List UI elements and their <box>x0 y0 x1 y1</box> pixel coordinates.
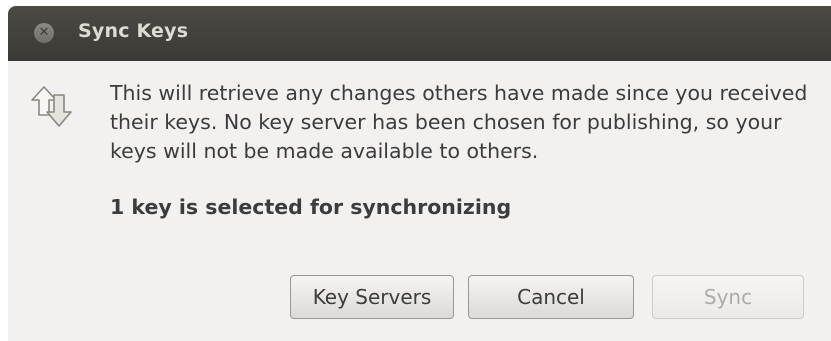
sync-button[interactable]: Sync <box>652 275 804 319</box>
dialog-message: This will retrieve any changes others ha… <box>110 81 808 163</box>
window-title: Sync Keys <box>78 20 189 42</box>
close-icon[interactable]: ✕ <box>34 23 54 43</box>
sync-arrows-icon <box>31 86 72 127</box>
cancel-button[interactable]: Cancel <box>468 275 634 319</box>
title-bar: ✕ Sync Keys <box>8 6 831 61</box>
key-servers-button[interactable]: Key Servers <box>290 275 454 319</box>
selection-status: 1 key is selected for synchronizing <box>110 195 512 219</box>
sync-keys-dialog: ✕ Sync Keys This will retrieve any chang… <box>8 6 831 341</box>
